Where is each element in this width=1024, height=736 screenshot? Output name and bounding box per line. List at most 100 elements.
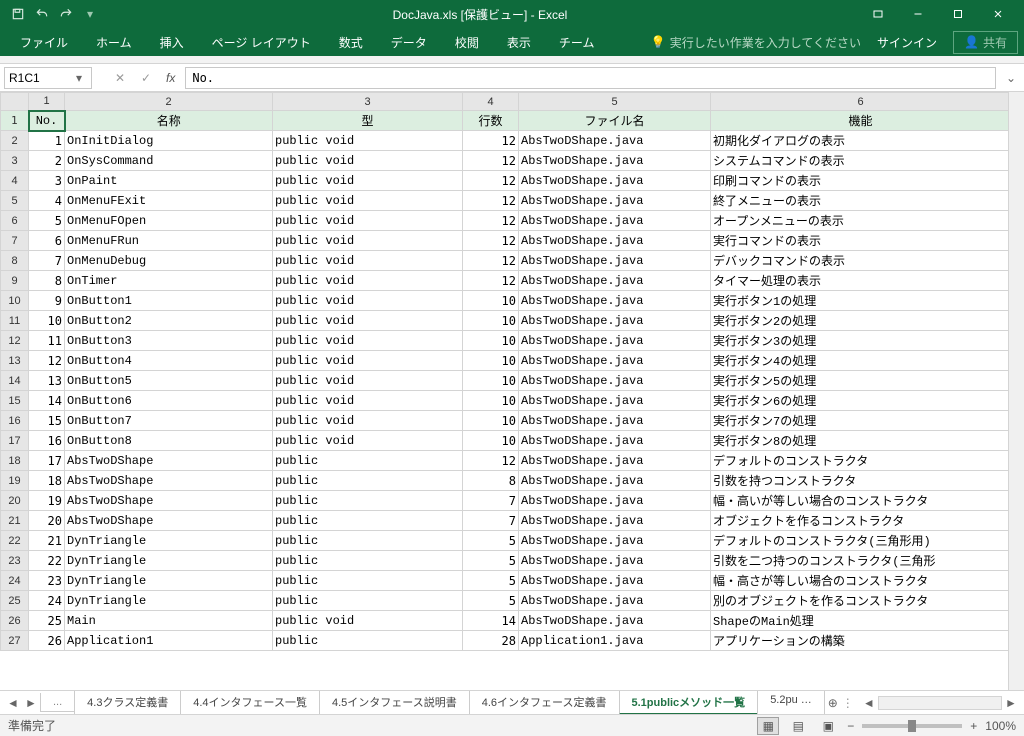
cell[interactable]: DynTriangle (65, 531, 273, 551)
view-normal-icon[interactable]: ▦ (757, 717, 779, 735)
cell[interactable]: 10 (29, 311, 65, 331)
row-header[interactable]: 5 (1, 191, 29, 211)
cell[interactable]: Application1.java (519, 631, 711, 651)
cell[interactable]: 12 (463, 131, 519, 151)
cell[interactable]: AbsTwoDShape.java (519, 591, 711, 611)
zoom-level[interactable]: 100% (985, 719, 1016, 733)
cell[interactable]: 別のオブジェクトを作るコンストラクタ (711, 591, 1009, 611)
cell[interactable]: public (273, 451, 463, 471)
cell[interactable]: AbsTwoDShape.java (519, 191, 711, 211)
vertical-scrollbar[interactable] (1008, 92, 1024, 690)
row-header[interactable]: 13 (1, 351, 29, 371)
row-header[interactable]: 8 (1, 251, 29, 271)
cell[interactable]: AbsTwoDShape.java (519, 611, 711, 631)
cell[interactable]: 機能 (711, 111, 1009, 131)
row-header[interactable]: 17 (1, 431, 29, 451)
sheet-tab-overflow[interactable]: ... (40, 693, 75, 712)
cell[interactable]: 21 (29, 531, 65, 551)
cell[interactable]: public void (273, 231, 463, 251)
save-icon[interactable] (6, 3, 30, 25)
cell[interactable]: OnInitDialog (65, 131, 273, 151)
cell[interactable]: AbsTwoDShape.java (519, 171, 711, 191)
cell[interactable]: public void (273, 291, 463, 311)
cell[interactable]: AbsTwoDShape.java (519, 211, 711, 231)
cell[interactable]: 引数を二つ持つのコンストラクタ(三角形 (711, 551, 1009, 571)
cell[interactable]: 名称 (65, 111, 273, 131)
signin-link[interactable]: サインイン (869, 30, 945, 55)
expand-formula-icon[interactable]: ⌄ (1002, 71, 1020, 85)
row-header[interactable]: 4 (1, 171, 29, 191)
cell[interactable]: 実行ボタン2の処理 (711, 311, 1009, 331)
share-button[interactable]: 👤 共有 (953, 31, 1018, 54)
scroll-left-icon[interactable]: ◄ (860, 694, 878, 712)
sheet-tab[interactable]: 4.6インタフェース定義書 (469, 691, 620, 715)
cell[interactable]: 15 (29, 411, 65, 431)
cell[interactable]: 5 (29, 211, 65, 231)
col-header[interactable]: 3 (273, 93, 463, 111)
cell[interactable]: 3 (29, 171, 65, 191)
cell[interactable]: 8 (29, 271, 65, 291)
row-header[interactable]: 15 (1, 391, 29, 411)
cell[interactable]: AbsTwoDShape.java (519, 491, 711, 511)
sheet-tab[interactable]: 4.5インタフェース説明書 (319, 691, 470, 715)
cell[interactable]: 28 (463, 631, 519, 651)
cell[interactable]: AbsTwoDShape (65, 511, 273, 531)
cell[interactable]: 10 (463, 351, 519, 371)
cell[interactable]: Main (65, 611, 273, 631)
cell[interactable]: OnMenuFRun (65, 231, 273, 251)
cell[interactable]: 引数を持つコンストラクタ (711, 471, 1009, 491)
cell[interactable]: public (273, 471, 463, 491)
cell[interactable]: OnTimer (65, 271, 273, 291)
cell[interactable]: 実行ボタン1の処理 (711, 291, 1009, 311)
cell[interactable]: 10 (463, 311, 519, 331)
minimize-icon[interactable] (898, 0, 938, 28)
row-header[interactable]: 12 (1, 331, 29, 351)
cell[interactable]: 4 (29, 191, 65, 211)
cell[interactable]: AbsTwoDShape (65, 451, 273, 471)
cell[interactable]: 12 (463, 171, 519, 191)
cell[interactable]: 14 (463, 611, 519, 631)
view-page-break-icon[interactable]: ▣ (817, 717, 839, 735)
cell[interactable]: 9 (29, 291, 65, 311)
cell[interactable]: AbsTwoDShape.java (519, 471, 711, 491)
cell[interactable]: 1 (29, 131, 65, 151)
tab-nav-prev-icon[interactable]: ◄ (4, 694, 22, 712)
row-header[interactable]: 1 (1, 111, 29, 131)
row-header[interactable]: 11 (1, 311, 29, 331)
scroll-right-icon[interactable]: ► (1002, 694, 1020, 712)
cell[interactable]: 10 (463, 331, 519, 351)
ribbon-tab-0[interactable]: ファイル (6, 30, 82, 55)
ribbon-tab-2[interactable]: 挿入 (146, 30, 198, 55)
cell[interactable]: 実行ボタン3の処理 (711, 331, 1009, 351)
cell[interactable]: 終了メニューの表示 (711, 191, 1009, 211)
cell[interactable]: 12 (463, 151, 519, 171)
cell[interactable]: OnSysCommand (65, 151, 273, 171)
row-header[interactable]: 23 (1, 551, 29, 571)
cell[interactable]: 実行コマンドの表示 (711, 231, 1009, 251)
cell[interactable]: AbsTwoDShape.java (519, 351, 711, 371)
ribbon-tab-7[interactable]: 表示 (493, 30, 545, 55)
row-header[interactable]: 3 (1, 151, 29, 171)
cell[interactable]: 19 (29, 491, 65, 511)
cell[interactable]: 5 (463, 531, 519, 551)
row-header[interactable]: 14 (1, 371, 29, 391)
cell[interactable]: 10 (463, 291, 519, 311)
cell[interactable]: AbsTwoDShape.java (519, 391, 711, 411)
cell[interactable]: 10 (463, 371, 519, 391)
spreadsheet-grid[interactable]: 1 2 3 4 5 6 1 No. 名称 型 行数 ファイル名 機能 21OnI… (0, 92, 1008, 690)
cell[interactable]: デフォルトのコンストラクタ (711, 451, 1009, 471)
cell[interactable]: タイマー処理の表示 (711, 271, 1009, 291)
row-header[interactable]: 20 (1, 491, 29, 511)
zoom-in-button[interactable]: + (970, 719, 977, 733)
cell[interactable]: 幅・高いが等しい場合のコンストラクタ (711, 491, 1009, 511)
cell[interactable]: public (273, 631, 463, 651)
sheet-tab[interactable]: 5.1publicメソッド一覧 (619, 691, 759, 715)
cell[interactable]: AbsTwoDShape.java (519, 271, 711, 291)
ribbon-options-icon[interactable] (858, 0, 898, 28)
cell[interactable]: システムコマンドの表示 (711, 151, 1009, 171)
cell[interactable]: デバックコマンドの表示 (711, 251, 1009, 271)
row-header[interactable]: 24 (1, 571, 29, 591)
zoom-out-button[interactable]: − (847, 719, 854, 733)
ribbon-tab-5[interactable]: データ (377, 30, 441, 55)
cell[interactable]: 幅・高さが等しい場合のコンストラクタ (711, 571, 1009, 591)
